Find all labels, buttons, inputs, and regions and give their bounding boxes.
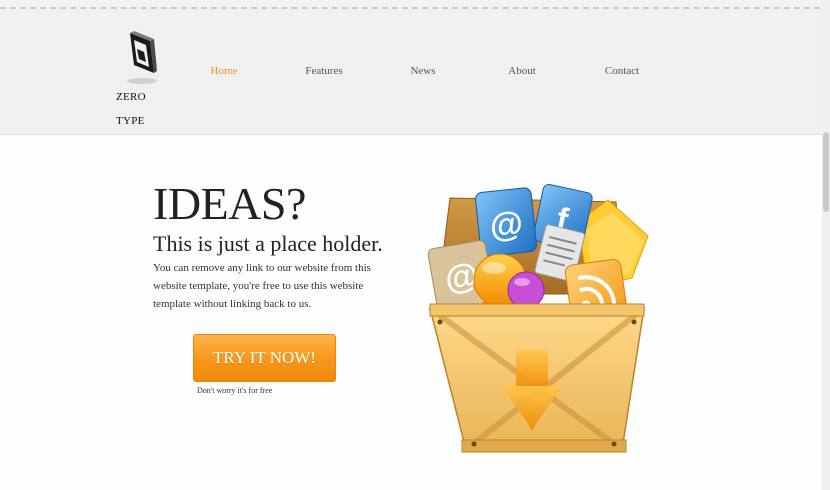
cta-note: Don't worry it's for free [197, 386, 273, 395]
hero-title: IDEAS? [153, 178, 306, 229]
nav-home-link[interactable]: Home [211, 65, 238, 77]
scrollbar-thumb[interactable] [823, 132, 829, 212]
hero-subtitle: This is just a place holder. [153, 231, 383, 256]
nav-news-link[interactable]: News [410, 65, 435, 77]
svg-text:@: @ [488, 204, 525, 245]
brand-line-2: TYPE [116, 115, 145, 127]
logo-mark-icon [127, 31, 157, 84]
top-dashed-border [0, 0, 830, 9]
site-header: ZERO TYPE Home Features News About Conta… [0, 9, 822, 135]
vertical-scrollbar[interactable] [822, 0, 830, 490]
try-it-now-button[interactable]: TRY IT NOW! [193, 334, 336, 382]
nav-features-link[interactable]: Features [305, 65, 342, 77]
brand-line-1: ZERO [116, 91, 146, 103]
hero-description: You can remove any link to our website f… [153, 262, 371, 310]
nav-contact-link[interactable]: Contact [605, 65, 639, 77]
nav-about-link[interactable]: About [508, 65, 536, 77]
crate-illustration: f @ @ [427, 184, 649, 453]
